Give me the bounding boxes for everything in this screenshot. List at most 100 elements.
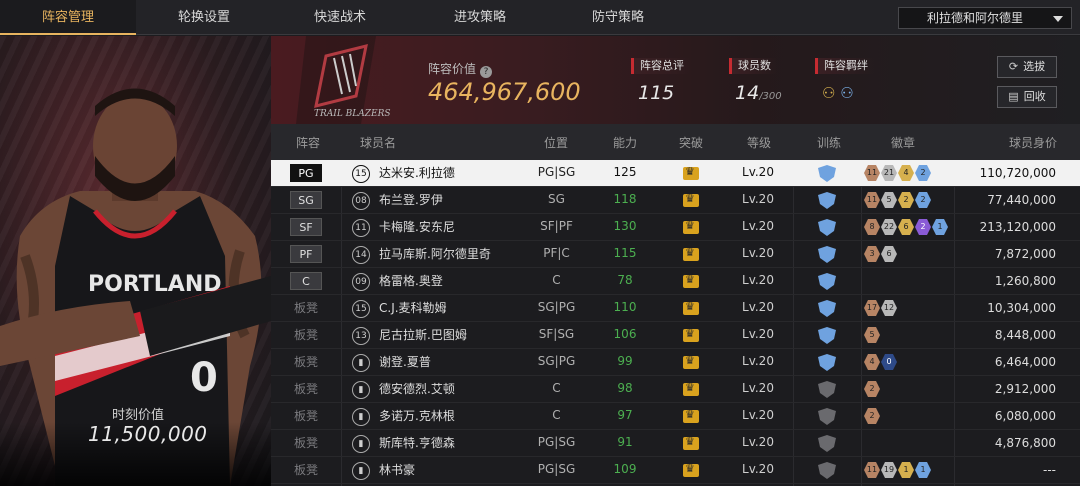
table-row[interactable]: 板凳 13 尼古拉斯.巴图姆 SF|SG 106 Lv.20 5 8,448,000 — [271, 322, 1080, 349]
breakthrough-crown-icon[interactable] — [683, 165, 699, 180]
table-row[interactable]: 板凳 15 C.J.麦科勒姆 SG|PG 110 Lv.20 1712 10,304,000 — [271, 295, 1080, 322]
badge-icon[interactable]: 3 — [864, 246, 880, 262]
col-slot[interactable]: 阵容 — [291, 134, 325, 151]
badge-icon[interactable]: 2 — [898, 192, 914, 208]
col-position[interactable]: 位置 — [533, 134, 579, 151]
badge-icon[interactable]: 2 — [864, 408, 880, 424]
col-name[interactable]: 球员名 — [353, 134, 403, 151]
breakthrough-crown-icon[interactable] — [683, 408, 699, 423]
badge-icon[interactable]: 21 — [881, 165, 897, 181]
badge-icon[interactable]: 1 — [898, 462, 914, 478]
training-shield-icon[interactable] — [817, 435, 837, 452]
table-row[interactable]: 板凳 ▮ 德安德烈.艾顿 C 98 Lv.20 2 2,912,000 — [271, 376, 1080, 403]
table-row[interactable]: 板凳▮林书豪PG|SG109Lv.20111911--- — [271, 457, 1080, 484]
lineup-slot: PG — [290, 164, 322, 182]
table-row[interactable]: 板凳 ▮ 斯库特.亨德森 PG|SG 91 Lv.20 4,876,800 — [271, 430, 1080, 457]
player-level: Lv.20 — [742, 381, 774, 395]
tab-offense-strategy[interactable]: 进攻策略 — [412, 0, 548, 35]
table-row[interactable]: 板凳 ▮ 谢登.夏普 SG|PG 99 Lv.20 40 6,464,000 — [271, 349, 1080, 376]
breakthrough-crown-icon[interactable] — [683, 435, 699, 450]
team-selector-dropdown[interactable]: 利拉德和阿尔德里 — [898, 7, 1072, 29]
player-name: 德安德烈.艾顿 — [379, 382, 455, 396]
table-row[interactable]: 板凳 ▮ 多诺万.克林根 C 97 Lv.20 2 6,080,000 — [271, 403, 1080, 430]
player-value: --- — [1043, 463, 1056, 477]
lineup-slot: 板凳 — [293, 328, 318, 342]
tab-lineup[interactable]: 阵容管理 — [0, 0, 136, 35]
training-shield-icon[interactable] — [817, 300, 837, 317]
training-shield-icon[interactable] — [817, 381, 837, 398]
training-shield-icon[interactable] — [817, 192, 837, 209]
player-ability: 118 — [613, 192, 637, 206]
training-shield-icon[interactable] — [817, 165, 837, 182]
training-shield-icon[interactable] — [817, 327, 837, 344]
table-row[interactable]: PF 14 拉马库斯.阿尔德里奇 PF|C 115 Lv.20 36 7,872,000 — [271, 241, 1080, 268]
badge-icon[interactable]: 6 — [881, 246, 897, 262]
select-button[interactable]: ⟳ 选拔 — [997, 56, 1057, 78]
table-row[interactable]: C 09 格雷格.奥登 C 78 Lv.20 1,260,800 — [271, 268, 1080, 295]
player-position: SG|PG — [537, 354, 576, 368]
badge-icon[interactable]: 5 — [881, 192, 897, 208]
player-position: SG — [548, 192, 565, 206]
training-shield-icon[interactable] — [817, 354, 837, 371]
col-level[interactable]: 等级 — [741, 134, 777, 151]
badge-icon[interactable]: 19 — [881, 462, 897, 478]
training-shield-icon[interactable] — [817, 219, 837, 236]
badge-icon[interactable]: 0 — [881, 354, 897, 370]
badge-icon[interactable]: 1 — [932, 219, 948, 235]
lineup-slot: 板凳 — [293, 436, 318, 450]
jersey-number-icon: 15 — [352, 300, 370, 318]
col-breakthrough[interactable]: 突破 — [673, 134, 709, 151]
badge-icon[interactable]: 2 — [915, 219, 931, 235]
badge-icon[interactable]: 4 — [898, 165, 914, 181]
training-shield-icon[interactable] — [817, 462, 837, 479]
table-row[interactable]: SG08布兰登.罗伊SG118Lv.201152277,440,000 — [271, 187, 1080, 214]
training-shield-icon[interactable] — [817, 273, 837, 290]
player-name: 拉马库斯.阿尔德里奇 — [379, 247, 491, 261]
badge-icon[interactable]: 11 — [864, 165, 880, 181]
badge-icon[interactable]: 4 — [864, 354, 880, 370]
table-row[interactable]: SF 11 卡梅隆.安东尼 SF|PF 130 Lv.20 822621 213,120,00… — [271, 214, 1080, 241]
badge-icon[interactable]: 2 — [915, 165, 931, 181]
badge-icon[interactable]: 12 — [881, 300, 897, 316]
breakthrough-crown-icon[interactable] — [683, 192, 699, 207]
badge-icon[interactable]: 17 — [864, 300, 880, 316]
badge-icon[interactable]: 11 — [864, 462, 880, 478]
badge-icon[interactable]: 22 — [881, 219, 897, 235]
breakthrough-crown-icon[interactable] — [683, 300, 699, 315]
roster-count-label: 球员数 — [729, 58, 777, 74]
recycle-button[interactable]: ▤ 回收 — [997, 86, 1057, 108]
tab-quick-tactics[interactable]: 快速战术 — [272, 0, 408, 35]
col-ability[interactable]: 能力 — [607, 134, 643, 151]
player-level: Lv.20 — [742, 327, 774, 341]
badge-icon[interactable]: 11 — [864, 192, 880, 208]
bond-icons[interactable]: ⚇ ⚇ — [822, 84, 854, 102]
training-shield-icon[interactable] — [817, 246, 837, 263]
badge-icon[interactable]: 5 — [864, 327, 880, 343]
breakthrough-crown-icon[interactable] — [683, 462, 699, 477]
breakthrough-crown-icon[interactable] — [683, 273, 699, 288]
tab-defense-strategy[interactable]: 防守策略 — [550, 0, 686, 35]
col-badges[interactable]: 徽章 — [885, 134, 921, 151]
breakthrough-crown-icon[interactable] — [683, 327, 699, 342]
training-shield-icon[interactable] — [817, 408, 837, 425]
breakthrough-crown-icon[interactable] — [683, 354, 699, 369]
help-icon[interactable]: ? — [480, 66, 493, 78]
badge-icon[interactable]: 2 — [915, 192, 931, 208]
badge-icon[interactable]: 2 — [864, 381, 880, 397]
breakthrough-crown-icon[interactable] — [683, 246, 699, 261]
badge-list: 17 12 — [864, 300, 897, 317]
badge-icon[interactable]: 1 — [915, 462, 931, 478]
col-value[interactable]: 球员身价 — [1003, 134, 1063, 151]
recycle-icon: ▤ — [1008, 90, 1019, 103]
badge-icon[interactable]: 8 — [864, 219, 880, 235]
badge-icon[interactable]: 6 — [898, 219, 914, 235]
lineup-slot: 板凳 — [293, 301, 318, 315]
refresh-icon: ⟳ — [1008, 60, 1019, 73]
col-training[interactable]: 训练 — [811, 134, 847, 151]
table-row[interactable]: PG 15 达米安.利拉德 PG|SG 125 Lv.20 112142 110,720,00… — [271, 160, 1080, 187]
tab-rotation[interactable]: 轮换设置 — [136, 0, 272, 35]
breakthrough-crown-icon[interactable] — [683, 381, 699, 396]
breakthrough-crown-icon[interactable] — [683, 219, 699, 234]
lineup-value: 464,967,600 — [428, 78, 581, 106]
lineup-value-label-text: 阵容价值 — [428, 62, 477, 76]
